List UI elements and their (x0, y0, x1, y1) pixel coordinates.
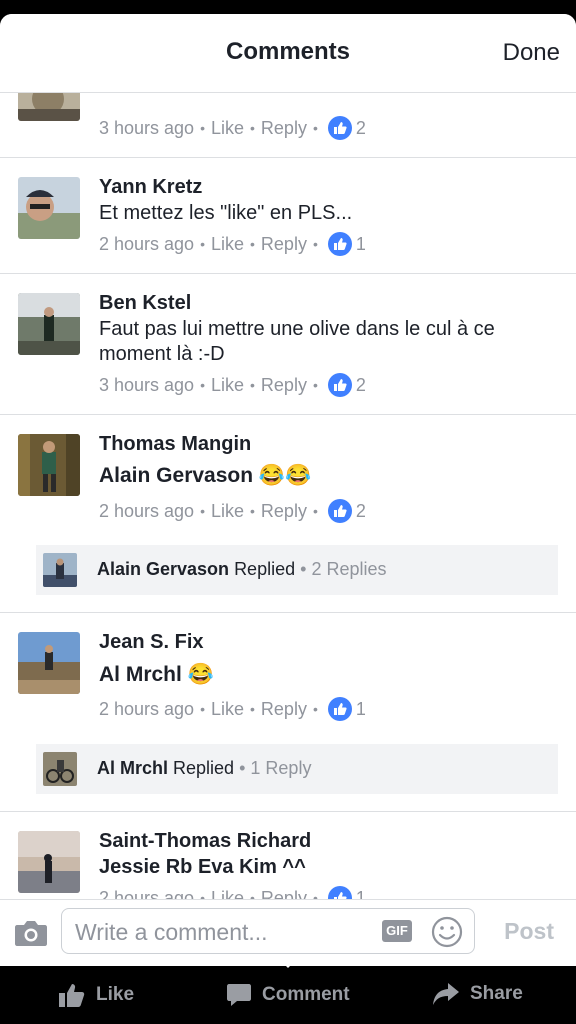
like-count: 2 (355, 374, 366, 395)
avatar[interactable] (18, 93, 80, 121)
reply-action: Replied (234, 559, 296, 579)
done-button[interactable]: Done (503, 39, 560, 67)
comment-icon (227, 984, 251, 1006)
replies-summary: Alain Gervason Replied • 2 Replies (97, 559, 387, 579)
share-tab[interactable]: Share (432, 982, 523, 1006)
comment-item: Saint-Thomas Richard Jessie Rb Eva Kim ^… (0, 812, 576, 899)
timestamp: 3 hours ago (99, 117, 195, 138)
post-button[interactable]: Post (504, 918, 554, 945)
reply-avatar (43, 752, 77, 786)
comment-composer: Write a comment... GIF Post (0, 899, 576, 966)
replies-preview[interactable]: Alain Gervason Replied • 2 Replies (36, 545, 558, 595)
like-link[interactable]: Like (211, 234, 244, 255)
thumbs-up-icon (59, 984, 85, 1007)
like-link[interactable]: Like (211, 888, 244, 900)
like-tab[interactable]: Like (58, 982, 134, 1008)
like-link[interactable]: Like (211, 699, 244, 720)
camera-icon[interactable] (14, 918, 48, 953)
like-tab-label: Like (96, 984, 135, 1005)
like-link[interactable]: Like (211, 501, 244, 522)
action-bar: Like Comment Share (0, 966, 576, 1024)
avatar[interactable] (18, 831, 80, 893)
like-count: 2 (355, 117, 366, 138)
comment-tab[interactable]: Comment (226, 982, 350, 1008)
comment-meta: 3 hours ago • Like • Reply • 2 (99, 116, 366, 140)
timestamp: 2 hours ago (99, 887, 195, 900)
comment-meta: 2 hours ago • Like • Reply • 1 (99, 886, 366, 899)
timestamp: 3 hours ago (99, 374, 195, 395)
comment-item: Thomas Mangin Alain Gervason 😂😂 2 hours … (0, 415, 576, 613)
thumbs-up-icon (327, 116, 352, 140)
comments-header: Comments Done (0, 14, 576, 93)
timestamp: 2 hours ago (99, 500, 195, 521)
comment-meta: 2 hours ago • Like • Reply • 1 (99, 232, 366, 256)
share-icon (433, 983, 459, 1005)
avatar[interactable] (18, 177, 80, 239)
comment-item: 3 hours ago • Like • Reply • 2 (0, 93, 576, 158)
replies-preview[interactable]: Al Mrchl Replied • 1 Reply (36, 744, 558, 794)
like-link[interactable]: Like (211, 118, 244, 139)
comment-meta: 2 hours ago • Like • Reply • 1 (99, 697, 366, 721)
avatar[interactable] (18, 293, 80, 355)
commenter-name[interactable]: Jean S. Fix (99, 631, 204, 654)
smiley-icon[interactable] (430, 915, 464, 954)
comment-meta: 3 hours ago • Like • Reply • 2 (99, 373, 366, 397)
comment-item: Ben Kstel Faut pas lui mettre une olive … (0, 274, 576, 415)
share-tab-label: Share (470, 983, 523, 1004)
reply-author: Al Mrchl (97, 758, 169, 778)
reply-link[interactable]: Reply (261, 234, 307, 255)
avatar[interactable] (18, 632, 80, 694)
thumbs-up-icon (327, 232, 352, 256)
reply-link[interactable]: Reply (261, 699, 307, 720)
comment-text: Jessie Rb Eva Kim ^^ (99, 856, 306, 878)
reply-link[interactable]: Reply (261, 501, 307, 522)
reply-link[interactable]: Reply (261, 118, 307, 139)
commenter-name[interactable]: Ben Kstel (99, 292, 191, 315)
comment-text: Et mettez les "like" en PLS... (99, 202, 353, 224)
avatar[interactable] (18, 434, 80, 496)
comment-text: Al Mrchl 😂 (99, 663, 214, 686)
commenter-name[interactable]: Thomas Mangin (99, 433, 251, 456)
reply-link[interactable]: Reply (261, 375, 307, 396)
like-link[interactable]: Like (211, 375, 244, 396)
comments-sheet: Comments Done 3 hours ago • Like • Reply… (0, 14, 576, 966)
thumbs-up-icon (327, 886, 352, 899)
page-title: Comments (225, 38, 351, 65)
reply-count: 1 Reply (250, 758, 312, 778)
comment-item: Yann Kretz Et mettez les "like" en PLS..… (0, 158, 576, 274)
thumbs-up-icon (327, 697, 352, 721)
reply-author: Alain Gervason (97, 559, 230, 579)
thumbs-up-icon (327, 499, 352, 523)
comment-meta: 2 hours ago • Like • Reply • 2 (99, 499, 366, 523)
comment-item: Jean S. Fix Al Mrchl 😂 2 hours ago • Lik… (0, 613, 576, 812)
comment-list[interactable]: 3 hours ago • Like • Reply • 2 Yann Kret… (0, 93, 576, 899)
comment-tab-label: Comment (262, 984, 350, 1005)
thumbs-up-icon (327, 373, 352, 397)
reply-avatar (43, 553, 77, 587)
timestamp: 2 hours ago (99, 698, 195, 719)
comment-text: Faut pas lui mettre une olive dans le cu… (99, 318, 495, 365)
reply-action: Replied (173, 758, 235, 778)
like-count: 2 (355, 500, 366, 521)
like-count: 1 (355, 887, 366, 900)
reply-link[interactable]: Reply (261, 888, 307, 900)
timestamp: 2 hours ago (99, 233, 195, 254)
commenter-name[interactable]: Saint-Thomas Richard (99, 830, 311, 853)
like-count: 1 (355, 698, 366, 719)
comment-input[interactable]: Write a comment... GIF (61, 908, 475, 954)
like-count: 1 (355, 233, 366, 254)
comment-placeholder: Write a comment... (75, 919, 268, 945)
replies-summary: Al Mrchl Replied • 1 Reply (97, 758, 312, 778)
sheet-pointer (278, 958, 298, 968)
reply-count: 2 Replies (311, 559, 387, 579)
comment-text: Alain Gervason 😂😂 (99, 464, 312, 487)
commenter-name[interactable]: Yann Kretz (99, 176, 202, 199)
gif-icon[interactable]: GIF (382, 920, 412, 942)
